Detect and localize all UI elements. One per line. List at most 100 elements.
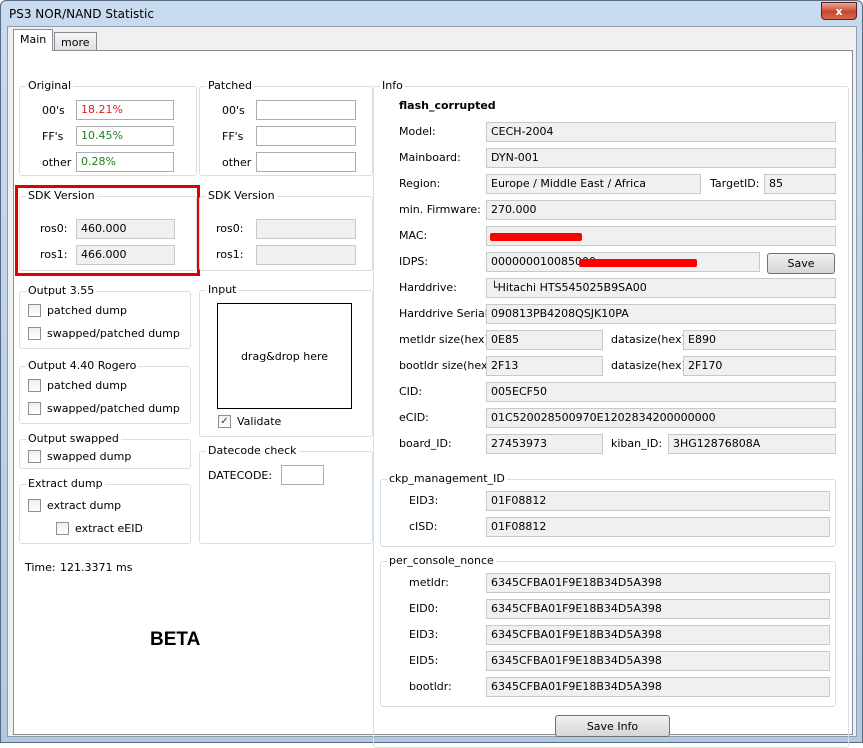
output-355-group: Output 3.55 patched dump swapped/patched…: [19, 284, 191, 349]
ros1-patched-field[interactable]: [256, 245, 356, 265]
window-client: Main more Original 00's 18.21% FF's 10.4…: [7, 26, 857, 748]
nonce-eid3-field[interactable]: 6345CFBA01F9E18B34D5A398: [486, 625, 830, 645]
beta-label: BETA: [150, 629, 201, 650]
tab-more[interactable]: more: [54, 32, 97, 52]
output-355-legend: Output 3.55: [26, 284, 97, 297]
datecode-field[interactable]: [281, 465, 324, 485]
ckp-cisd-field[interactable]: 01F08812: [486, 517, 830, 537]
patched-other-field[interactable]: [256, 152, 356, 172]
patched-dump-checkbox-355[interactable]: patched dump: [28, 304, 127, 317]
target-id-field[interactable]: 85: [764, 174, 836, 194]
harddrive-serial-label: Harddrive Serial:: [399, 307, 492, 320]
output-440-group: Output 4.40 Rogero patched dump swapped/…: [19, 359, 191, 424]
per-console-nonce-group: per_console_nonce metldr: 6345CFBA01F9E1…: [380, 554, 836, 707]
ecid-field[interactable]: 01C520028500970E1202834200000000: [486, 408, 836, 428]
nonce-metldr-field[interactable]: 6345CFBA01F9E18B34D5A398: [486, 573, 830, 593]
swapped-patched-dump-checkbox-440[interactable]: swapped/patched dump: [28, 402, 180, 415]
datecode-legend: Datecode check: [206, 444, 299, 457]
tab-main[interactable]: Main: [13, 29, 54, 51]
datecode-group: Datecode check DATECODE:: [199, 444, 373, 544]
validate-checkbox[interactable]: ✓ Validate: [218, 415, 281, 428]
ckp-management-legend: ckp_management_ID: [387, 472, 507, 485]
window-title: PS3 NOR/NAND Statistic: [9, 7, 154, 21]
original-ff-value: 10.45%: [81, 129, 123, 142]
app-window: PS3 NOR/NAND Statistic x Main more Origi…: [0, 0, 863, 748]
checkbox-box[interactable]: [28, 450, 41, 463]
harddrive-field[interactable]: └Hitachi HTS545025B9SA00: [486, 278, 836, 298]
board-id-field[interactable]: 27453973: [486, 434, 603, 454]
output-440-legend: Output 4.40 Rogero: [26, 359, 139, 372]
checkbox-box[interactable]: [56, 522, 69, 535]
extract-dump-group: Extract dump extract dump extract eEID: [19, 477, 191, 544]
datecode-label: DATECODE:: [208, 469, 273, 482]
nonce-eid0-label: EID0:: [409, 602, 439, 615]
patched-ff-field[interactable]: [256, 126, 356, 146]
swapped-patched-dump-checkbox-355[interactable]: swapped/patched dump: [28, 327, 180, 340]
mac-label: MAC:: [399, 229, 428, 242]
original-other-label: other: [42, 156, 72, 169]
datasize-label-2: datasize(hex):: [611, 359, 690, 372]
checkbox-box[interactable]: [28, 499, 41, 512]
kiban-id-field[interactable]: 3HG12876808A: [668, 434, 836, 454]
per-console-nonce-legend: per_console_nonce: [387, 554, 496, 567]
checkbox-label: swapped/patched dump: [47, 327, 180, 340]
checkbox-box[interactable]: [28, 327, 41, 340]
time-value: 121.3371 ms: [60, 561, 133, 574]
nonce-bootldr-field[interactable]: 6345CFBA01F9E18B34D5A398: [486, 677, 830, 697]
drop-zone-text: drag&drop here: [240, 349, 329, 363]
patched-00-field[interactable]: [256, 100, 356, 120]
original-00-field[interactable]: 18.21%: [76, 100, 174, 120]
nonce-eid5-label: EID5:: [409, 654, 439, 667]
original-ff-field[interactable]: 10.45%: [76, 126, 174, 146]
extract-dump-checkbox[interactable]: extract dump: [28, 499, 121, 512]
tab-page-main: Original 00's 18.21% FF's 10.45% other 0…: [13, 50, 853, 748]
metldr-size-field[interactable]: 0E85: [486, 330, 603, 350]
highlight-box: [15, 185, 200, 276]
mainboard-label: Mainboard:: [399, 151, 461, 164]
time-label: Time:: [25, 561, 56, 574]
extract-eeid-checkbox[interactable]: extract eEID: [56, 522, 143, 535]
checkbox-label: swapped dump: [47, 450, 132, 463]
checkbox-label: patched dump: [47, 304, 127, 317]
nonce-eid5-field[interactable]: 6345CFBA01F9E18B34D5A398: [486, 651, 830, 671]
bootldr-size-field[interactable]: 2F13: [486, 356, 603, 376]
original-00-label: 00's: [42, 104, 65, 117]
original-group: Original 00's 18.21% FF's 10.45% other 0…: [19, 79, 197, 176]
drop-zone[interactable]: drag&drop here: [217, 303, 352, 409]
patched-dump-checkbox-440[interactable]: patched dump: [28, 379, 127, 392]
checkbox-label: extract dump: [47, 499, 122, 512]
ckp-cisd-label: cISD:: [409, 520, 438, 533]
nonce-eid0-field[interactable]: 6345CFBA01F9E18B34D5A398: [486, 599, 830, 619]
original-other-field[interactable]: 0.28%: [76, 152, 174, 172]
metldr-size-label: metldr size(hex):: [399, 333, 493, 346]
patched-legend: Patched: [206, 79, 254, 92]
checkbox-box[interactable]: ✓: [218, 415, 231, 428]
idps-save-button[interactable]: Save: [767, 253, 835, 274]
mainboard-field[interactable]: DYN-001: [486, 148, 836, 168]
save-info-button[interactable]: Save Info: [555, 715, 670, 737]
checkbox-label: swapped/patched dump: [47, 402, 180, 415]
ros0-patched-label: ros0:: [216, 222, 244, 235]
mac-redaction: [490, 233, 582, 241]
patched-00-label: 00's: [222, 104, 245, 117]
firmware-field[interactable]: 270.000: [486, 200, 836, 220]
firmware-label: min. Firmware:: [399, 203, 481, 216]
datasize-field-2[interactable]: 2F170: [683, 356, 836, 376]
ckp-eid3-field[interactable]: 01F08812: [486, 491, 830, 511]
checkbox-box[interactable]: [28, 379, 41, 392]
checkbox-box[interactable]: [28, 304, 41, 317]
close-button[interactable]: x: [821, 2, 857, 20]
datasize-field-1[interactable]: E890: [683, 330, 836, 350]
model-field[interactable]: CECH-2004: [486, 122, 836, 142]
bootldr-size-label: bootldr size(hex):: [399, 359, 496, 372]
input-legend: Input: [206, 283, 239, 296]
output-swapped-group: Output swapped swapped dump: [19, 432, 191, 469]
idps-label: IDPS:: [399, 255, 429, 268]
swapped-dump-checkbox[interactable]: swapped dump: [28, 450, 131, 463]
ros0-patched-field[interactable]: [256, 219, 356, 239]
cid-field[interactable]: 005ECF50: [486, 382, 836, 402]
region-field[interactable]: Europe / Middle East / Africa: [486, 174, 701, 194]
patched-ff-label: FF's: [222, 130, 244, 143]
harddrive-serial-field[interactable]: 090813PB4208QSJK10PA: [486, 304, 836, 324]
checkbox-box[interactable]: [28, 402, 41, 415]
